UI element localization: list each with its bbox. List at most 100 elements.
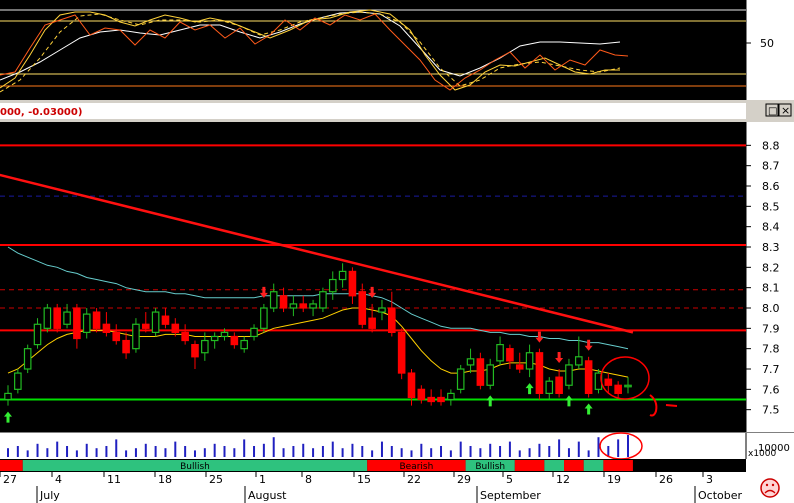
candle-body	[407, 372, 416, 399]
candle	[260, 303, 268, 333]
candle-body	[23, 348, 32, 370]
candle-body	[161, 315, 170, 325]
signal-segment-label: Bullish	[180, 462, 210, 472]
candle-body	[486, 364, 495, 386]
price-tick-label: 8.2	[762, 261, 780, 274]
title-strip	[0, 103, 746, 119]
candle-body	[82, 313, 91, 334]
candle	[535, 348, 544, 400]
candle-body	[4, 392, 12, 401]
candle-body	[535, 352, 544, 395]
candle-body	[279, 295, 288, 309]
candle-body	[102, 323, 111, 333]
date-label: 15	[357, 473, 371, 486]
annotation-dash	[665, 404, 678, 407]
date-label: 8	[305, 473, 312, 486]
candle-body	[33, 323, 42, 346]
price-tick-label: 8.1	[762, 282, 780, 295]
candle-body	[132, 323, 140, 350]
price-tick-label: 8.7	[762, 160, 780, 173]
candle	[397, 328, 406, 380]
candle-body	[112, 331, 121, 342]
candle-body	[240, 339, 248, 350]
signal-segment	[544, 460, 565, 471]
date-label: 11	[107, 473, 121, 486]
candle-body	[14, 372, 22, 390]
candle-body	[427, 396, 435, 403]
month-label: October	[698, 489, 742, 502]
status-face-eye-right	[771, 483, 775, 487]
month-label: August	[248, 489, 287, 502]
candle-body	[604, 378, 613, 386]
candle-body	[191, 344, 199, 358]
signal-segment	[0, 460, 23, 471]
price-tick-label: 7.5	[762, 404, 780, 417]
candle	[319, 287, 327, 313]
candle-body	[53, 307, 62, 329]
candle-body	[338, 270, 347, 281]
candle-body	[447, 392, 455, 401]
candle	[43, 303, 52, 333]
status-face-eye-left	[765, 483, 769, 487]
month-label: September	[480, 489, 541, 502]
candle-body	[230, 335, 239, 346]
candle-body	[328, 278, 337, 293]
signal-segment	[514, 460, 545, 471]
signal-segment-label: Bullish	[475, 462, 505, 472]
price-tick-label: 8.5	[762, 200, 780, 213]
date-label: 29	[457, 473, 471, 486]
volume-unit-label: x1000	[748, 449, 777, 459]
maximize-icon: □	[768, 106, 777, 117]
candle-body	[614, 384, 622, 394]
candle-body	[289, 303, 298, 309]
candle-body	[496, 344, 504, 362]
candle	[23, 344, 32, 374]
candle-body	[437, 396, 445, 403]
candle-body	[555, 376, 563, 394]
date-label: 27	[3, 473, 17, 486]
candle-body	[565, 364, 573, 386]
candle-body	[358, 291, 367, 325]
candle-body	[506, 348, 514, 362]
candle	[14, 369, 22, 394]
candle-body	[92, 311, 101, 329]
candle-body	[210, 335, 219, 342]
candle-body	[378, 307, 386, 313]
signal-band: Bullish Bearish Bullish	[0, 460, 633, 472]
price-pane	[0, 122, 746, 432]
candle-body	[171, 323, 180, 333]
price-tick-label: 8.8	[762, 139, 780, 152]
candle-body	[584, 360, 593, 395]
candle	[151, 308, 160, 337]
candle-body	[388, 307, 396, 333]
signal-segment	[564, 460, 584, 471]
date-label: 25	[209, 473, 223, 486]
date-label: 3	[706, 473, 713, 486]
candle-body	[73, 307, 81, 340]
date-label: 5	[506, 473, 513, 486]
candle-body	[456, 368, 465, 390]
candle-body	[260, 307, 268, 329]
candle-body	[476, 358, 485, 386]
signal-segment-label: Bearish	[399, 462, 433, 472]
candle-body	[515, 364, 524, 370]
close-icon: ×	[781, 104, 790, 117]
candle-body	[122, 339, 130, 354]
signal-segment	[583, 460, 604, 471]
candle-body	[269, 291, 278, 309]
price-tick-label: 7.6	[762, 383, 780, 396]
candle-body	[181, 331, 189, 342]
status-face-icon[interactable]	[760, 478, 780, 498]
candle-body	[348, 270, 357, 297]
candle-body	[63, 311, 71, 325]
price-tick-label: 8.0	[762, 302, 780, 315]
candle	[53, 303, 62, 333]
candle-body	[545, 380, 554, 395]
candle-body	[201, 339, 209, 354]
candle-body	[220, 331, 229, 338]
date-label: 4	[55, 473, 62, 486]
candle-body	[319, 291, 327, 309]
candle-body	[141, 323, 150, 329]
candle-body	[525, 352, 534, 370]
price-tick-label: 8.6	[762, 180, 780, 193]
